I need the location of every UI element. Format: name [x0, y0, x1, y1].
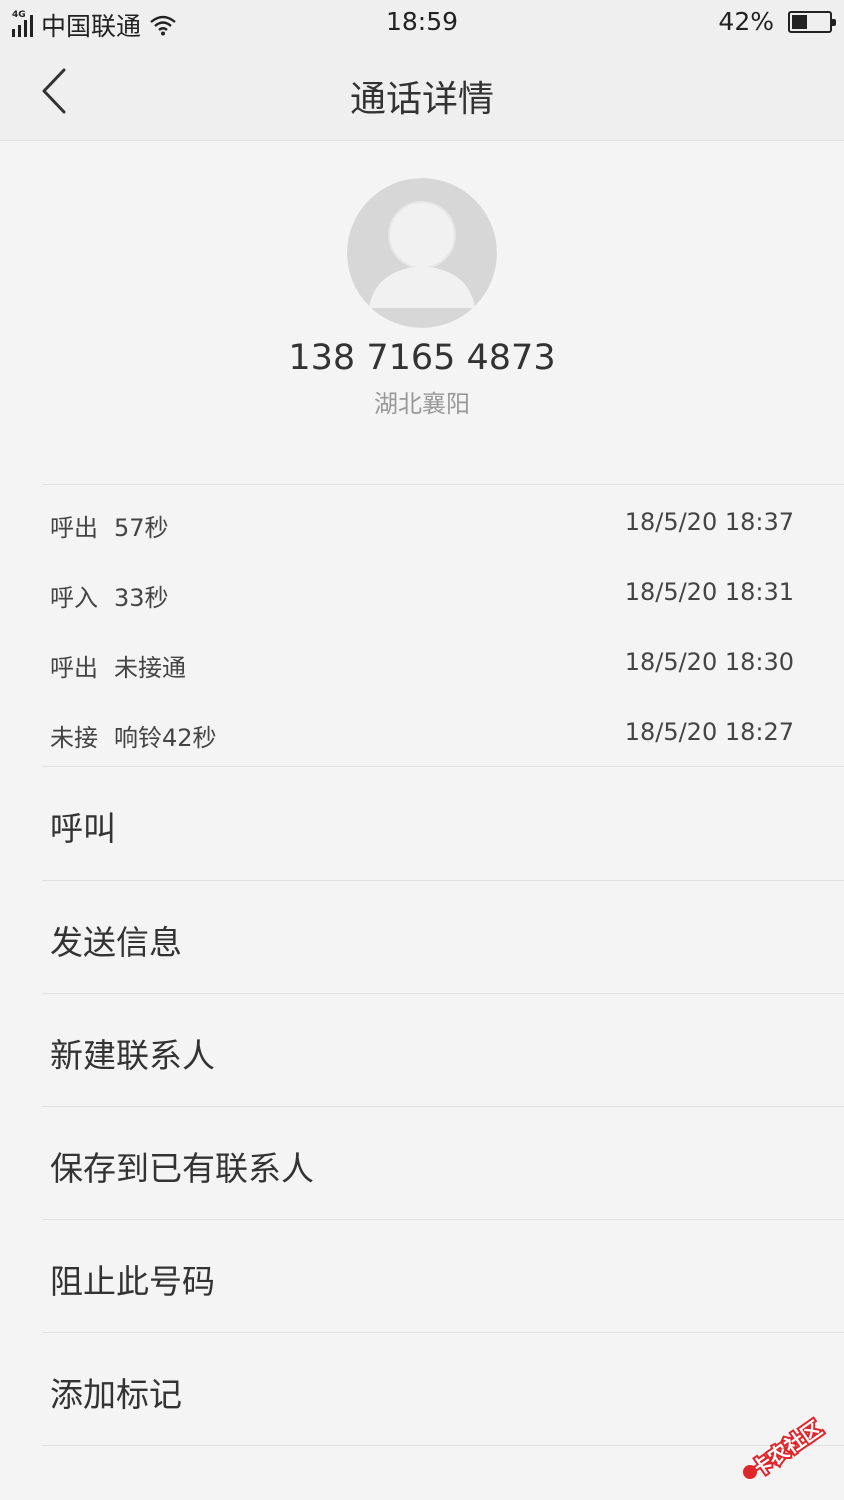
call-timestamp: 18/5/20 18:31 [624, 578, 794, 606]
contact-location: 湖北襄阳 [374, 390, 470, 418]
call-duration: 响铃42秒 [114, 724, 217, 752]
battery-percent: 42% [718, 7, 774, 36]
new-contact-button[interactable]: 新建联系人 [0, 994, 844, 1107]
block-number-button[interactable]: 阻止此号码 [0, 1220, 844, 1333]
divider [42, 1445, 844, 1446]
status-bar-right: 42% [718, 7, 836, 36]
svg-text:卡农社区: 卡农社区 [747, 1416, 826, 1482]
action-label: 呼叫 [50, 809, 116, 848]
call-type: 呼出 [50, 514, 98, 542]
call-duration: 33秒 [114, 584, 169, 612]
action-label: 阻止此号码 [50, 1262, 215, 1301]
action-label: 保存到已有联系人 [50, 1149, 314, 1188]
call-type: 未接 [50, 724, 98, 752]
call-log-row: 未接 响铃42秒 18/5/20 18:27 [0, 698, 844, 768]
action-label: 新建联系人 [50, 1036, 215, 1075]
call-duration: 未接通 [114, 654, 186, 682]
call-timestamp: 18/5/20 18:27 [624, 718, 794, 746]
action-label: 发送信息 [50, 923, 182, 962]
action-label: 添加标记 [50, 1375, 182, 1414]
call-log-row: 呼入 33秒 18/5/20 18:31 [0, 558, 844, 628]
app-header: 通话详情 [0, 44, 844, 141]
call-timestamp: 18/5/20 18:30 [624, 648, 794, 676]
call-type: 呼出 [50, 654, 98, 682]
call-log-row: 呼出 未接通 18/5/20 18:30 [0, 628, 844, 698]
call-log-row: 呼出 57秒 18/5/20 18:37 [0, 488, 844, 558]
save-to-existing-contact-button[interactable]: 保存到已有联系人 [0, 1107, 844, 1220]
call-timestamp: 18/5/20 18:37 [624, 508, 794, 536]
call-duration: 57秒 [114, 514, 169, 542]
battery-icon [788, 10, 836, 33]
add-tag-button[interactable]: 添加标记 [0, 1333, 844, 1446]
call-type: 呼入 [50, 584, 98, 612]
clock: 18:59 [385, 7, 459, 36]
contact-number: 138 7165 4873 [288, 338, 556, 378]
page-title: 通话详情 [349, 79, 494, 120]
default-avatar-icon [347, 178, 497, 328]
call-button[interactable]: 呼叫 [0, 767, 844, 880]
send-message-button[interactable]: 发送信息 [0, 881, 844, 994]
status-bar: 4G 中国联通 18:59 42% [0, 0, 844, 44]
watermark-logo: 卡农社区 [736, 1408, 836, 1488]
divider [42, 484, 844, 485]
